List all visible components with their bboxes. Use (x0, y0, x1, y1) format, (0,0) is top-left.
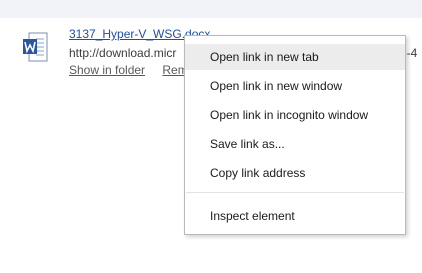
download-url: http://download.micr (69, 46, 177, 60)
menu-item-save-link-as[interactable]: Save link as... (185, 131, 405, 157)
top-band (0, 0, 422, 18)
show-in-folder-link[interactable]: Show in folder (69, 63, 145, 77)
menu-separator (186, 192, 404, 193)
menu-item-open-incognito[interactable]: Open link in incognito window (185, 102, 405, 128)
menu-item-open-new-tab[interactable]: Open link in new tab (185, 44, 405, 70)
word-doc-icon (23, 32, 48, 62)
menu-item-open-new-window[interactable]: Open link in new window (185, 73, 405, 99)
download-actions: Show in folder Rem (69, 63, 188, 77)
context-menu: Open link in new tab Open link in new wi… (184, 35, 406, 235)
menu-item-copy-link-address[interactable]: Copy link address (185, 160, 405, 186)
menu-item-inspect-element[interactable]: Inspect element (185, 203, 405, 229)
